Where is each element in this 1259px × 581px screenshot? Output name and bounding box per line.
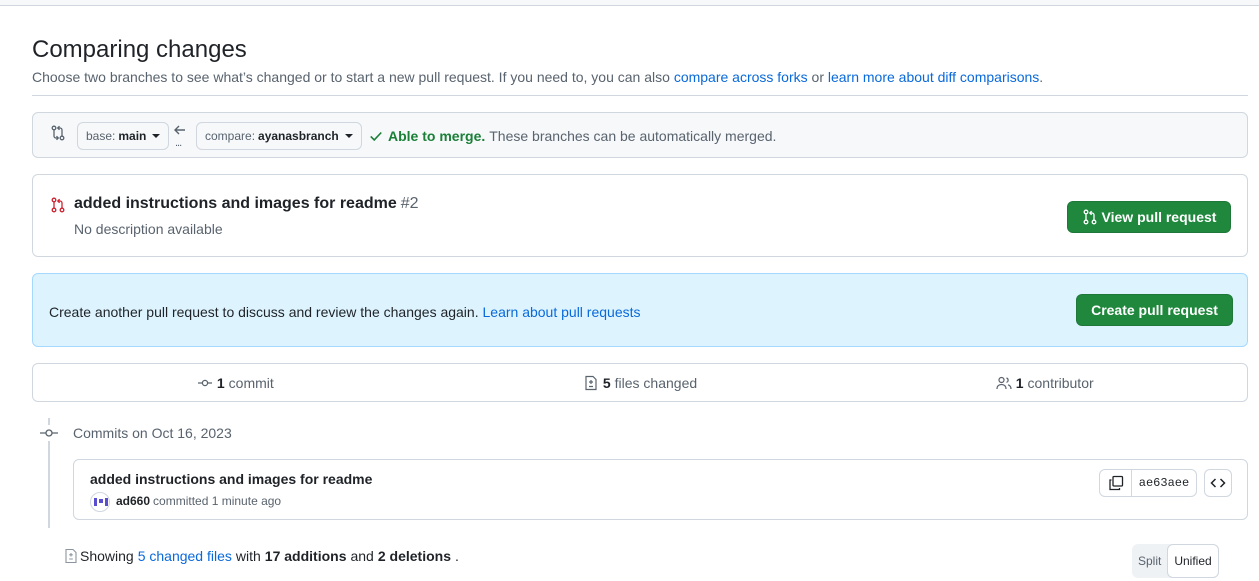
- commit-item: added instructions and images for readme…: [73, 459, 1248, 520]
- commits-date-header: Commits on Oct 16, 2023: [73, 425, 232, 441]
- base-branch-name: main: [118, 129, 147, 143]
- browse-code-button[interactable]: [1204, 469, 1232, 497]
- commit-message[interactable]: added instructions and images for readme: [90, 471, 372, 487]
- pull-request-description: No description available: [74, 221, 223, 237]
- summary-and: and: [350, 548, 374, 564]
- pull-request-title[interactable]: added instructions and images for readme…: [74, 195, 419, 213]
- people-icon: [996, 376, 1012, 389]
- arrow-left-icon: [174, 125, 185, 135]
- subtitle-or: or: [811, 69, 824, 85]
- git-pull-request-icon: [1083, 209, 1096, 225]
- compare-forks-link[interactable]: compare across forks: [674, 69, 808, 85]
- split-view-button[interactable]: Split: [1132, 544, 1167, 578]
- unified-view-button[interactable]: Unified: [1167, 544, 1219, 578]
- range-dots: ...: [175, 137, 182, 149]
- commit-sha-link[interactable]: ae63aee: [1132, 470, 1196, 496]
- create-pull-request-button[interactable]: Create pull request: [1076, 294, 1233, 326]
- commits-label: commit: [228, 374, 274, 391]
- pull-request-title-text[interactable]: added instructions and images for readme: [74, 195, 397, 212]
- divider: [32, 95, 1248, 96]
- compare-branch-name: ayanasbranch: [258, 129, 339, 143]
- git-compare-icon: [51, 125, 65, 141]
- page-subtitle: Choose two branches to see what’s change…: [32, 69, 1043, 85]
- contributors-stat[interactable]: 1 contributor: [842, 364, 1247, 401]
- diff-view-toggle: Split Unified: [1132, 544, 1219, 578]
- learn-pull-requests-link[interactable]: Learn about pull requests: [483, 304, 641, 320]
- code-icon: [1210, 478, 1226, 488]
- commit-sha-group: ae63aee: [1099, 469, 1197, 497]
- compare-prefix: compare:: [205, 129, 256, 143]
- base-prefix: base:: [86, 129, 116, 143]
- files-count: 5: [602, 374, 611, 391]
- chevron-down-icon: [152, 134, 161, 138]
- avatar-image: [94, 498, 108, 506]
- view-pull-request-button[interactable]: View pull request: [1067, 201, 1231, 233]
- merge-status-label: Able to merge.: [388, 128, 486, 144]
- view-pull-request-label: View pull request: [1101, 209, 1217, 225]
- range-editor: base: main ... compare: ayanasbranch Able …: [32, 112, 1248, 158]
- pull-request-number: #2: [400, 195, 419, 212]
- learn-diff-comparisons-link[interactable]: learn more about diff comparisons: [828, 69, 1039, 85]
- compare-branch-select[interactable]: compare: ayanasbranch: [196, 122, 362, 150]
- flash-message: Create another pull request to discuss a…: [49, 304, 641, 320]
- check-icon: [370, 131, 382, 142]
- copy-sha-button[interactable]: [1100, 470, 1132, 496]
- top-header-edge: [0, 0, 1259, 6]
- contributors-label: contributor: [1027, 374, 1094, 391]
- summary-end: .: [454, 548, 459, 564]
- commits-count: 1: [216, 374, 225, 391]
- commit-action: committed 1 minute ago: [153, 494, 282, 508]
- commit-author[interactable]: ad660: [116, 494, 150, 508]
- git-commit-icon: [197, 379, 212, 386]
- page-title: Comparing changes: [32, 36, 247, 63]
- chevron-down-icon: [344, 134, 353, 138]
- base-branch-select[interactable]: base: main: [77, 122, 170, 150]
- contributors-count: 1: [1015, 374, 1024, 391]
- merge-status-detail: These branches can be automatically merg…: [489, 128, 777, 144]
- commit-meta: ad660 committed 1 minute ago: [116, 494, 281, 508]
- file-diff-icon: [65, 548, 77, 564]
- files-label: files changed: [614, 374, 698, 391]
- deletions-count: 2 deletions: [377, 548, 451, 564]
- summary-with: with: [235, 548, 261, 564]
- avatar[interactable]: [90, 492, 110, 512]
- existing-pull-request: added instructions and images for readme…: [32, 174, 1248, 257]
- compare-stats: 1 commit 5 files changed 1 contributor: [32, 363, 1248, 402]
- files-changed-stat[interactable]: 5 files changed: [438, 364, 843, 401]
- file-diff-icon: [585, 375, 597, 390]
- git-pull-request-icon: [51, 197, 65, 213]
- merge-status: Able to merge. These branches can be aut…: [369, 128, 776, 144]
- git-commit-icon: [40, 425, 58, 441]
- subtitle-end: .: [1039, 69, 1044, 85]
- flash-text: Create another pull request to discuss a…: [49, 304, 479, 320]
- summary-prefix: Showing: [80, 548, 134, 564]
- additions-count: 17 additions: [264, 548, 347, 564]
- changed-files-link[interactable]: 5 changed files: [138, 548, 232, 564]
- commits-stat[interactable]: 1 commit: [33, 364, 438, 401]
- subtitle-text: Choose two branches to see what’s change…: [32, 69, 670, 85]
- create-pr-flash: Create another pull request to discuss a…: [32, 273, 1248, 347]
- diff-summary: Showing 5 changed files with 17 addition…: [64, 548, 459, 564]
- copy-icon: [1108, 475, 1123, 491]
